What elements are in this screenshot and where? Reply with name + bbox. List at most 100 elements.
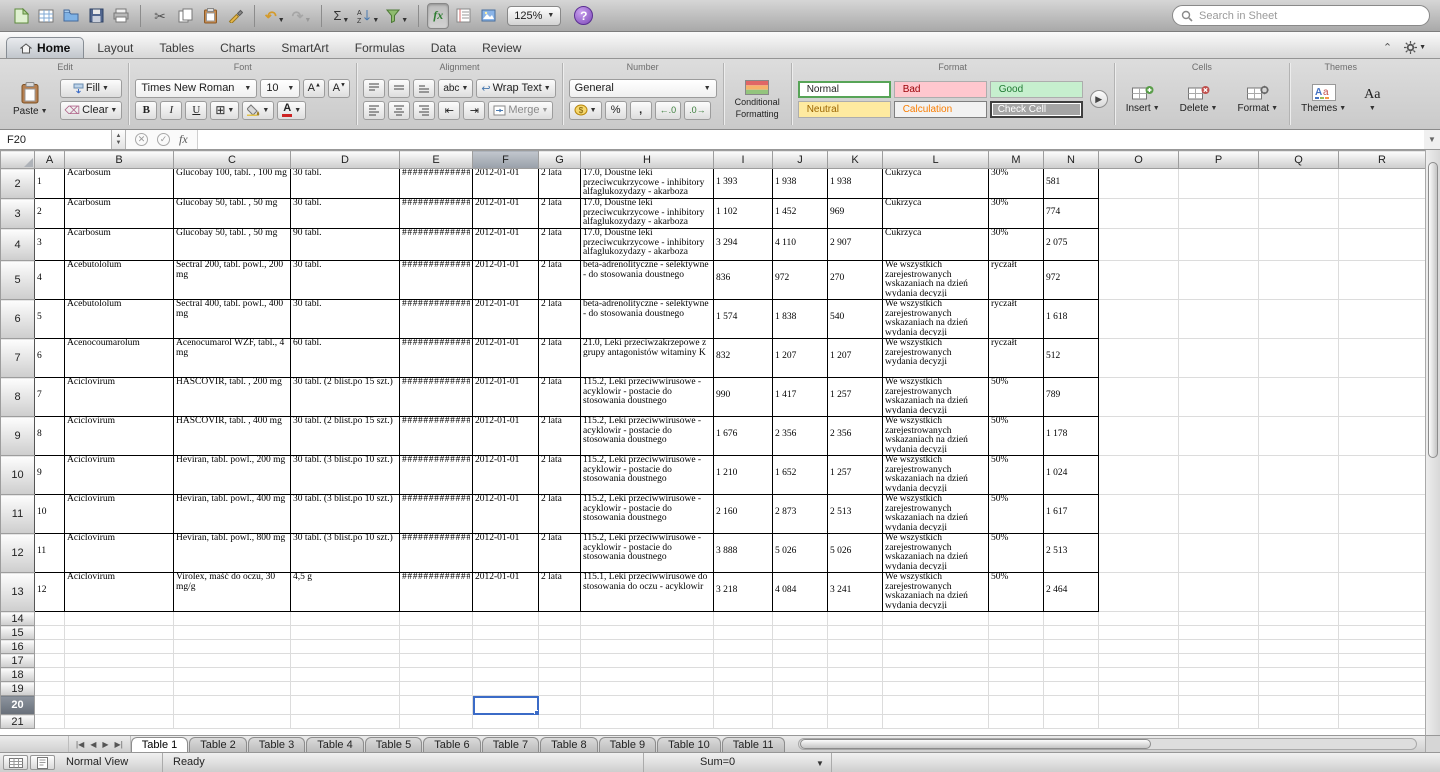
cell-L9[interactable]: We wszystkich zarejestrowanych wskazania… <box>883 417 989 456</box>
cell-C13[interactable]: Virolex, maść do oczu, 30 mg/g <box>174 573 291 612</box>
cell-I21[interactable] <box>714 715 773 729</box>
cell-R17[interactable] <box>1339 654 1426 668</box>
cell-F6[interactable]: 2012-01-01 <box>473 300 539 339</box>
row-header-18[interactable]: 18 <box>1 668 35 682</box>
cell-H5[interactable]: beta-adrenolityczne - selektywne - do st… <box>581 261 714 300</box>
cell-K13[interactable]: 3 241 <box>828 573 883 612</box>
cell-B19[interactable] <box>65 682 174 696</box>
cell-C18[interactable] <box>174 668 291 682</box>
cell-A3[interactable]: 2 <box>35 199 65 229</box>
cell-M5[interactable]: ryczałt <box>989 261 1044 300</box>
increase-decimal-button[interactable]: ←.0 <box>655 101 682 120</box>
cell-L4[interactable]: Cukrzyca <box>883 229 989 261</box>
row-header-12[interactable]: 12 <box>1 534 35 573</box>
cell-J3[interactable]: 1 452 <box>773 199 828 229</box>
row-header-15[interactable]: 15 <box>1 626 35 640</box>
cell-H21[interactable] <box>581 715 714 729</box>
cell-H2[interactable]: 17.0, Doustne leki przeciwcukrzycowe - i… <box>581 169 714 199</box>
cell-A8[interactable]: 7 <box>35 378 65 417</box>
cell-P11[interactable] <box>1179 495 1259 534</box>
cell-F16[interactable] <box>473 640 539 654</box>
cell-M3[interactable]: 30% <box>989 199 1044 229</box>
column-header-P[interactable]: P <box>1179 151 1259 169</box>
align-left-button[interactable] <box>363 101 385 120</box>
cell-I3[interactable]: 1 102 <box>714 199 773 229</box>
cut-button[interactable]: ✂ <box>149 3 171 29</box>
cell-R13[interactable] <box>1339 573 1426 612</box>
cell-E5[interactable]: ############## <box>400 261 473 300</box>
cell-J11[interactable]: 2 873 <box>773 495 828 534</box>
cell-I9[interactable]: 1 676 <box>714 417 773 456</box>
print-button[interactable] <box>110 3 132 29</box>
cell-N6[interactable]: 1 618 <box>1044 300 1099 339</box>
cell-R8[interactable] <box>1339 378 1426 417</box>
cell-M11[interactable]: 50% <box>989 495 1044 534</box>
cell-M17[interactable] <box>989 654 1044 668</box>
cell-L8[interactable]: We wszystkich zarejestrowanych wskazania… <box>883 378 989 417</box>
cell-J5[interactable]: 972 <box>773 261 828 300</box>
cell-G18[interactable] <box>539 668 581 682</box>
sheet-tab-table-8[interactable]: Table 8 <box>540 737 597 752</box>
cell-K2[interactable]: 1 938 <box>828 169 883 199</box>
cell-K3[interactable]: 969 <box>828 199 883 229</box>
cell-N12[interactable]: 2 513 <box>1044 534 1099 573</box>
cell-C12[interactable]: Heviran, tabl. powl., 800 mg <box>174 534 291 573</box>
cell-N18[interactable] <box>1044 668 1099 682</box>
cell-R5[interactable] <box>1339 261 1426 300</box>
cell-J17[interactable] <box>773 654 828 668</box>
cell-M2[interactable]: 30% <box>989 169 1044 199</box>
align-right-button[interactable] <box>413 101 435 120</box>
cell-B21[interactable] <box>65 715 174 729</box>
accounting-format-button[interactable]: $▼ <box>569 101 602 120</box>
cell-P20[interactable] <box>1179 696 1259 715</box>
cell-L5[interactable]: We wszystkich zarejestrowanych wskazania… <box>883 261 989 300</box>
cell-O17[interactable] <box>1099 654 1179 668</box>
cell-C3[interactable]: Glucobay 50, tabl. , 50 mg <box>174 199 291 229</box>
cell-Q2[interactable] <box>1259 169 1339 199</box>
cell-R3[interactable] <box>1339 199 1426 229</box>
cell-A9[interactable]: 8 <box>35 417 65 456</box>
sheet-tab-table-5[interactable]: Table 5 <box>365 737 422 752</box>
cell-K15[interactable] <box>828 626 883 640</box>
cell-F9[interactable]: 2012-01-01 <box>473 417 539 456</box>
cell-R18[interactable] <box>1339 668 1426 682</box>
cell-M18[interactable] <box>989 668 1044 682</box>
cell-F10[interactable]: 2012-01-01 <box>473 456 539 495</box>
cell-L19[interactable] <box>883 682 989 696</box>
cell-G2[interactable]: 2 lata <box>539 169 581 199</box>
cell-J19[interactable] <box>773 682 828 696</box>
cell-A14[interactable] <box>35 612 65 626</box>
row-header-14[interactable]: 14 <box>1 612 35 626</box>
decrease-decimal-button[interactable]: .0→ <box>684 101 711 120</box>
cell-G3[interactable]: 2 lata <box>539 199 581 229</box>
column-header-E[interactable]: E <box>400 151 473 169</box>
grow-font-button[interactable]: A▲ <box>303 79 325 98</box>
row-header-9[interactable]: 9 <box>1 417 35 456</box>
cell-B7[interactable]: Acenocoumarolum <box>65 339 174 378</box>
cell-C21[interactable] <box>174 715 291 729</box>
cell-F7[interactable]: 2012-01-01 <box>473 339 539 378</box>
borders-button[interactable]: ⊞▼ <box>210 101 239 120</box>
cell-K17[interactable] <box>828 654 883 668</box>
theme-fonts-button[interactable]: Aa ▼ <box>1359 86 1385 113</box>
cell-style-bad[interactable]: Bad <box>894 81 987 98</box>
column-header-L[interactable]: L <box>883 151 989 169</box>
cell-P10[interactable] <box>1179 456 1259 495</box>
cell-K6[interactable]: 540 <box>828 300 883 339</box>
align-middle-button[interactable] <box>388 79 410 98</box>
name-box-stepper[interactable]: ▲▼ <box>112 130 126 149</box>
cell-F4[interactable]: 2012-01-01 <box>473 229 539 261</box>
open-button[interactable] <box>60 3 82 29</box>
cell-I18[interactable] <box>714 668 773 682</box>
select-all-corner[interactable] <box>1 151 35 169</box>
cell-H19[interactable] <box>581 682 714 696</box>
cell-N9[interactable]: 1 178 <box>1044 417 1099 456</box>
row-header-7[interactable]: 7 <box>1 339 35 378</box>
formula-input[interactable] <box>197 130 1424 149</box>
horizontal-scrollbar-thumb[interactable] <box>800 739 1152 749</box>
cell-M7[interactable]: ryczałt <box>989 339 1044 378</box>
cell-I7[interactable]: 832 <box>714 339 773 378</box>
cell-H18[interactable] <box>581 668 714 682</box>
cell-E14[interactable] <box>400 612 473 626</box>
cell-O10[interactable] <box>1099 456 1179 495</box>
